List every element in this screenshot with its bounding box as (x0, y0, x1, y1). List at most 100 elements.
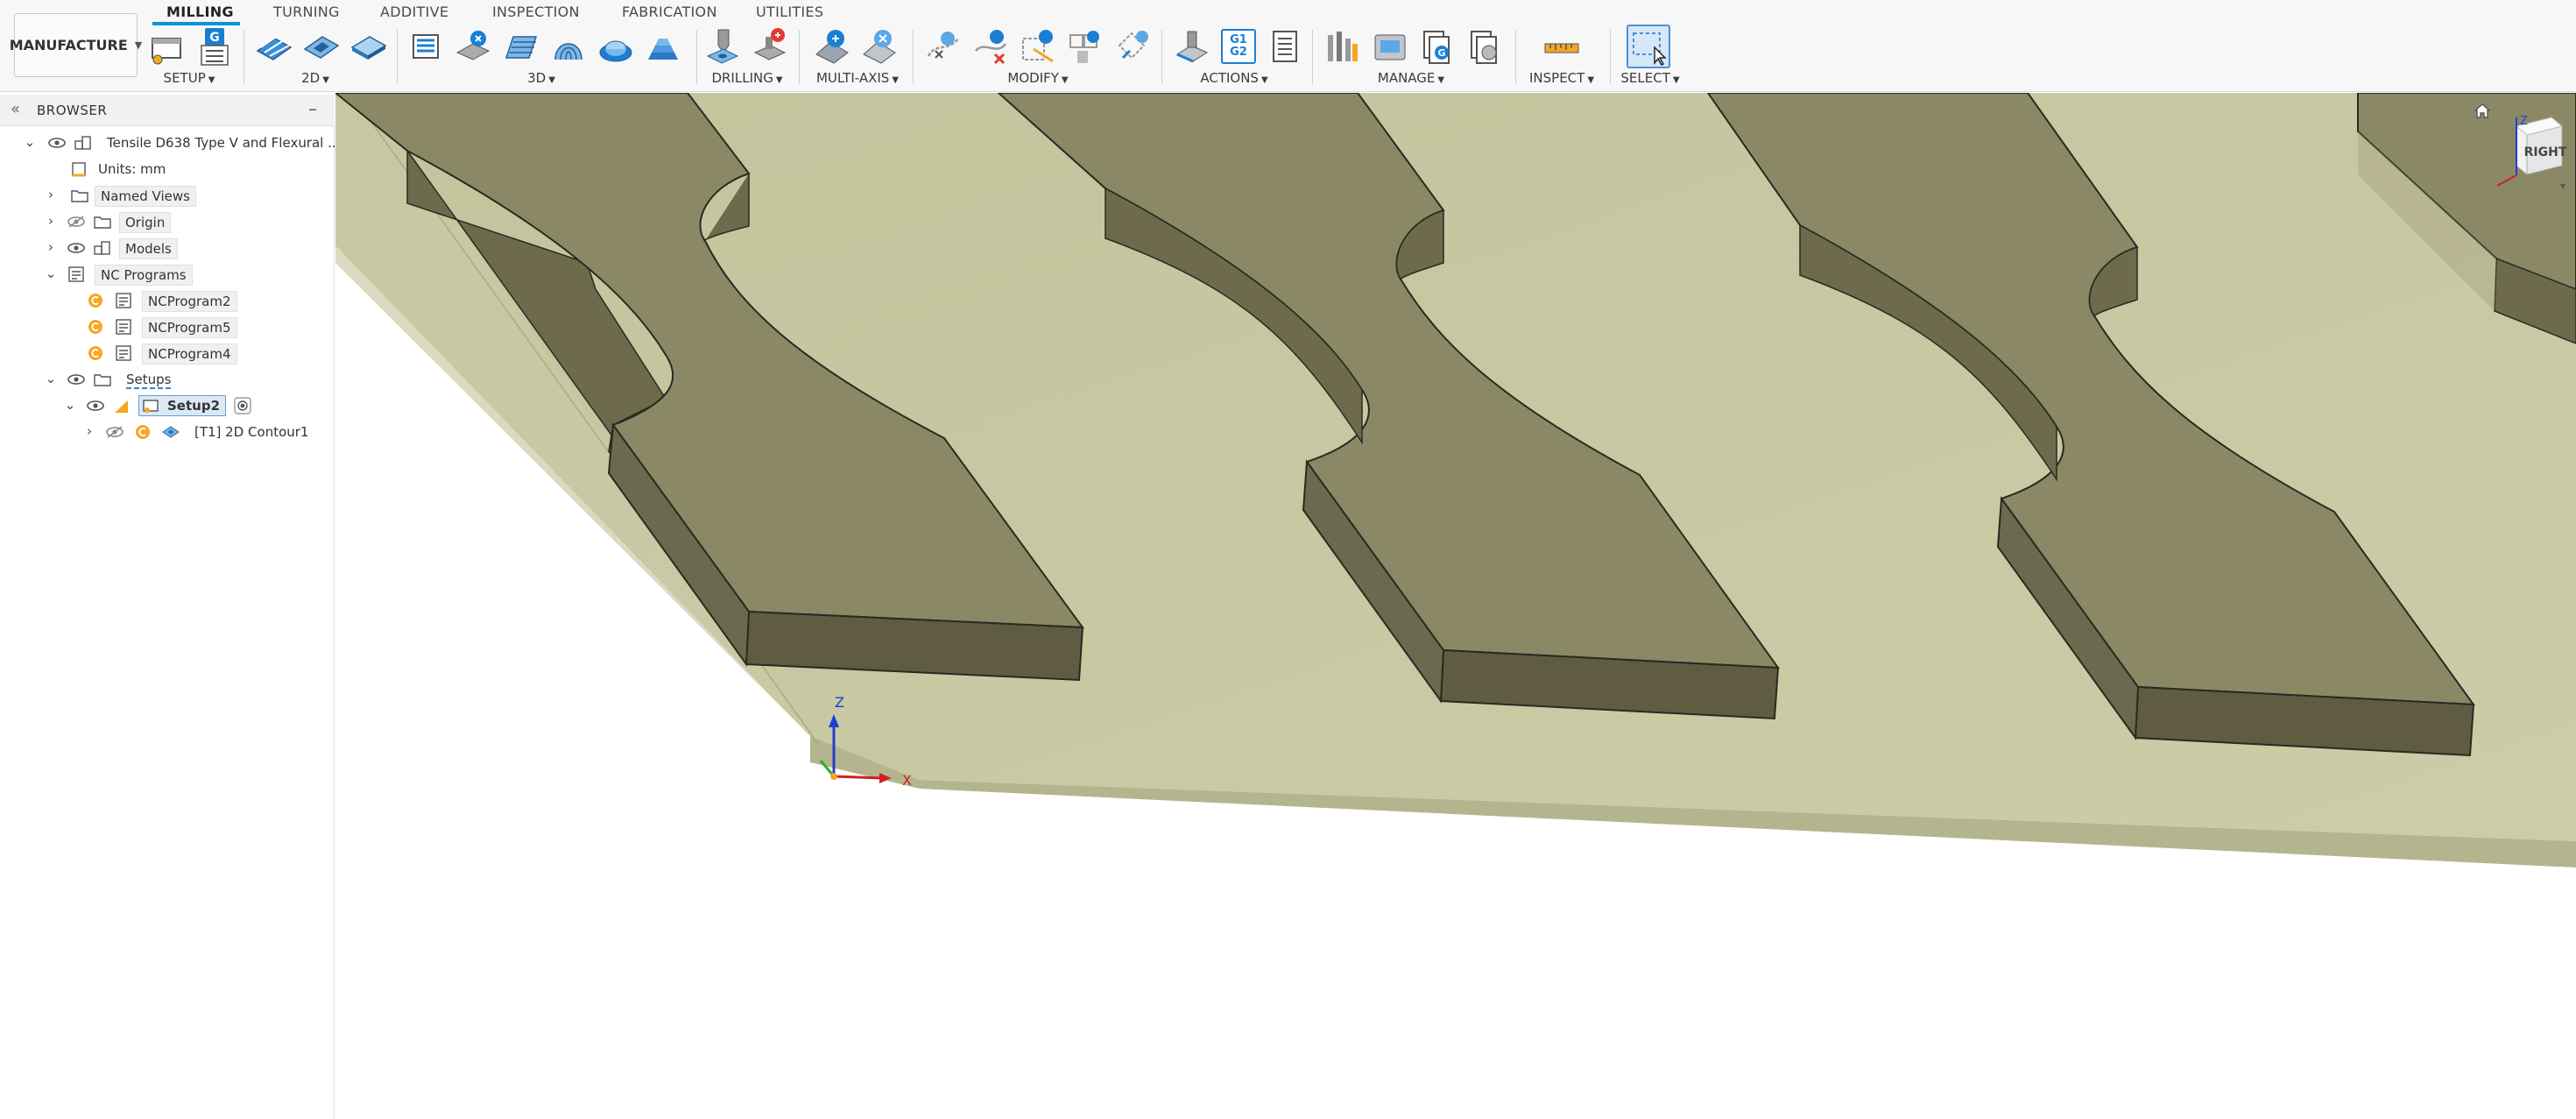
swarf-icon[interactable] (813, 26, 853, 67)
browser-header: « BROWSER – (0, 95, 335, 126)
group-setup[interactable]: SETUP ▼ (156, 70, 222, 88)
group-inspect[interactable]: INSPECT ▼ (1522, 70, 1601, 88)
template-library-icon[interactable] (1464, 26, 1505, 67)
folder-icon (93, 213, 112, 230)
tree-item-operation[interactable]: › [T1] 2D Contour1 (0, 419, 335, 445)
tab-inspection[interactable]: INSPECTION (492, 4, 580, 23)
minimize-icon[interactable]: – (308, 98, 317, 119)
chevron-down-icon: ▼ (548, 75, 555, 85)
adaptive-clearing-3d-icon[interactable] (406, 26, 447, 67)
z-axis-label: Z (835, 694, 844, 711)
steep-and-shallow-icon[interactable] (501, 26, 541, 67)
chevron-down-icon[interactable]: ⌄ (63, 397, 77, 413)
multi-axis-contour-icon[interactable] (860, 26, 900, 67)
tool-library-icon[interactable] (1323, 26, 1363, 67)
pattern-icon[interactable] (1065, 26, 1105, 67)
tab-milling[interactable]: MILLING (166, 4, 234, 23)
setup-sheet-icon[interactable] (1265, 26, 1305, 67)
chevron-down-icon[interactable]: ▾ (2560, 180, 2565, 192)
pocket-clearing-3d-icon[interactable] (454, 26, 494, 67)
tree-label-operation: [T1] 2D Contour1 (194, 424, 309, 440)
toolpath-trimming-icon[interactable] (923, 26, 963, 67)
stock-icon (112, 397, 131, 414)
tree-item-nc-program[interactable]: NCProgram4 (0, 340, 335, 366)
chevron-right-icon[interactable]: › (44, 239, 58, 255)
eye-icon[interactable] (47, 134, 67, 152)
toolbar: MANUFACTURE ▼ MILLING TURNING ADDITIVE I… (0, 0, 2576, 92)
model-canvas[interactable]: Z X (335, 93, 2576, 1119)
eye-icon[interactable] (67, 371, 86, 388)
group-drilling[interactable]: DRILLING ▼ (702, 70, 792, 88)
tree-item-units[interactable]: Units: mm (0, 156, 335, 182)
chevron-down-icon[interactable]: ⌄ (23, 134, 37, 150)
tab-turning[interactable]: TURNING (273, 4, 340, 23)
svg-text:G: G (209, 31, 220, 45)
group-multi-axis[interactable]: MULTI-AXIS ▼ (813, 70, 902, 88)
x-axis-line (833, 775, 884, 780)
tab-additive[interactable]: ADDITIVE (380, 4, 448, 23)
simulate-icon[interactable] (1172, 26, 1212, 67)
drill-icon[interactable] (702, 26, 743, 67)
toolbar-divider (913, 30, 914, 84)
toolpath-transform-icon[interactable] (1112, 26, 1153, 67)
tree-item-setups[interactable]: ⌄ Setups (0, 366, 335, 393)
3d-viewport[interactable]: Z X RIGHT Z ▾ (335, 93, 2576, 1119)
chevron-right-icon[interactable]: › (44, 213, 58, 229)
collapse-panel-icon[interactable]: « (11, 100, 20, 118)
tree-item-named-views[interactable]: › Named Views (0, 182, 335, 209)
face-2d-icon[interactable] (349, 26, 389, 67)
home-view-icon[interactable] (2473, 102, 2492, 119)
group-3d[interactable]: 3D ▼ (515, 70, 568, 88)
toolbar-divider (1312, 30, 1313, 84)
tree-item-nc-program[interactable]: NCProgram2 (0, 287, 335, 314)
contour-3d-icon[interactable] (643, 26, 683, 67)
machine-library-icon[interactable] (1370, 26, 1410, 67)
chevron-down-icon[interactable]: ⌄ (44, 371, 58, 386)
new-setup-icon[interactable] (147, 26, 187, 67)
units-icon (70, 160, 89, 178)
component-icon (74, 134, 93, 152)
scallop-3d-icon[interactable] (596, 26, 636, 67)
group-select[interactable]: SELECT ▼ (1612, 70, 1689, 88)
toolpath-edit-icon[interactable] (1018, 26, 1058, 67)
delete-toolpath-icon[interactable] (970, 26, 1011, 67)
new-nc-program-icon[interactable]: G (194, 26, 235, 67)
tree-item-origin[interactable]: › Origin (0, 209, 335, 235)
tree-item-root[interactable]: ⌄ Tensile D638 Type V and Flexural ... (0, 130, 341, 156)
tree-item-nc-programs[interactable]: ⌄ NC Programs (0, 261, 335, 287)
select-tool-button[interactable] (1627, 25, 1670, 68)
hole-recognition-icon[interactable] (750, 26, 790, 67)
component-icon (93, 239, 112, 257)
chevron-right-icon[interactable]: › (82, 423, 96, 439)
post-library-icon[interactable]: G (1417, 26, 1457, 67)
active-setup-indicator-icon[interactable] (233, 397, 252, 414)
chevron-right-icon[interactable]: › (44, 187, 58, 202)
chevron-down-icon[interactable]: ⌄ (44, 266, 58, 281)
group-actions[interactable]: ACTIONS ▼ (1189, 70, 1279, 88)
parallel-3d-icon[interactable] (548, 26, 589, 67)
tree-item-models[interactable]: › Models (0, 235, 335, 261)
toolbar-divider (799, 30, 800, 84)
workspace-switcher-button[interactable]: MANUFACTURE ▼ (10, 13, 142, 77)
tree-item-setup[interactable]: ⌄ Setup2 (0, 393, 335, 419)
pocket-2d-icon[interactable] (301, 26, 342, 67)
toolbar-divider (1161, 30, 1162, 84)
tab-utilities[interactable]: UTILITIES (756, 4, 823, 23)
measure-icon[interactable] (1542, 26, 1582, 67)
group-modify[interactable]: MODIFY ▼ (993, 70, 1083, 88)
group-manage[interactable]: MANAGE ▼ (1366, 70, 1456, 88)
eye-hidden-icon[interactable] (67, 213, 86, 230)
chevron-down-icon: ▼ (1260, 75, 1268, 85)
chevron-down-icon: ▼ (1437, 75, 1445, 85)
tree-label-units: Units: mm (98, 161, 166, 177)
eye-icon[interactable] (67, 239, 86, 257)
tab-fabrication[interactable]: FABRICATION (622, 4, 717, 23)
group-2d[interactable]: 2D ▼ (289, 70, 342, 88)
eye-hidden-icon[interactable] (105, 423, 124, 441)
post-process-icon[interactable]: G1 G2 (1221, 29, 1256, 64)
view-cube[interactable]: RIGHT Z ▾ (2490, 100, 2569, 196)
tree-item-nc-program[interactable]: NCProgram5 (0, 314, 335, 340)
adaptive-clearing-2d-icon[interactable] (254, 26, 294, 67)
eye-icon[interactable] (86, 397, 105, 414)
active-tab-indicator (152, 22, 240, 25)
